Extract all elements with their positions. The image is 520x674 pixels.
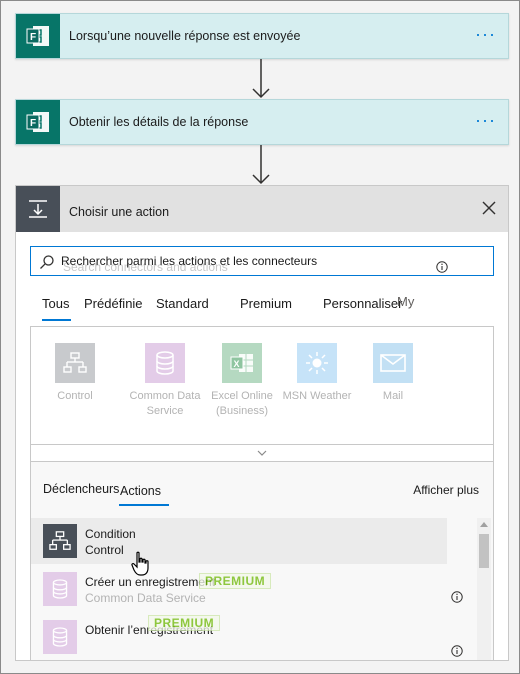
database-icon: [43, 620, 77, 654]
connector-label: Mail: [382, 390, 404, 402]
sun-icon: [297, 343, 337, 383]
more-options-icon[interactable]: ···: [475, 111, 496, 129]
info-icon[interactable]: [436, 261, 448, 273]
tab-custom[interactable]: Personnaliser: [323, 296, 403, 311]
premium-badge: PREMIUM: [148, 615, 221, 631]
trigger-card[interactable]: F Lorsqu’une nouvelle réponse est envoyé…: [15, 13, 509, 59]
control-icon: [43, 524, 77, 558]
result-title: Condition: [85, 527, 136, 541]
connector-mail[interactable]: Mail: [353, 343, 433, 404]
control-icon: [55, 343, 95, 383]
svg-text:F: F: [30, 32, 36, 43]
category-tabs: Tous Prédéfinie Standard Premium Personn…: [42, 296, 502, 324]
excel-icon: X: [222, 343, 262, 383]
premium-badge: PREMIUM: [199, 573, 272, 589]
tab-built-in[interactable]: Prédéfinie: [84, 296, 143, 311]
connector-common-data-service[interactable]: Common Data Service: [125, 343, 205, 419]
result-subtitle: Control: [85, 543, 124, 557]
chevron-down-icon: [257, 450, 267, 456]
result-condition[interactable]: Condition Control: [31, 518, 447, 564]
close-icon[interactable]: [480, 199, 498, 217]
result-subtitle: Common Data Service: [85, 591, 206, 605]
result-title: Créer un enregistrement: [85, 575, 216, 589]
connector-label: Common Data Service: [129, 390, 201, 417]
info-icon[interactable]: [451, 645, 463, 657]
connector-control[interactable]: Control: [35, 343, 115, 404]
scroll-up-icon[interactable]: [480, 522, 488, 527]
search-input[interactable]: [61, 252, 481, 270]
search-icon: [40, 255, 54, 269]
action-panel-header: Choisir une action: [16, 186, 508, 232]
tab-standard[interactable]: Standard: [156, 296, 209, 311]
connector-label: MSN Weather: [282, 390, 352, 402]
trigger-title: Lorsqu’une nouvelle réponse est envoyée: [69, 29, 301, 43]
results-scrollbar[interactable]: [477, 518, 491, 660]
arrow-down-icon: [252, 59, 270, 99]
more-options-icon[interactable]: ···: [475, 25, 496, 43]
forms-icon: F: [16, 100, 60, 144]
action-panel-title: Choisir une action: [69, 205, 170, 219]
choose-action-panel: Choisir une action Search connectors and…: [15, 185, 509, 661]
results-section: Déclencheurs Actions Afficher plus Condi…: [30, 261, 494, 660]
search-box[interactable]: Search connectors and actions: [30, 246, 494, 276]
scrollbar-thumb[interactable]: [479, 534, 489, 568]
tab-triggers[interactable]: Déclencheurs: [43, 482, 119, 496]
action-step-icon: [16, 186, 60, 232]
get-response-details-card[interactable]: F Obtenir les détails de la réponse ···: [15, 99, 509, 145]
svg-text:X: X: [234, 359, 240, 369]
tab-premium[interactable]: Premium: [240, 296, 292, 311]
tab-selected-indicator: [42, 319, 71, 321]
connector-excel-online[interactable]: X Excel Online (Business): [202, 343, 282, 419]
subtab-selected-indicator: [119, 504, 169, 506]
database-icon: [145, 343, 185, 383]
svg-text:F: F: [30, 118, 36, 129]
connectors-grid: Control Common Data Service X Excel Onli…: [30, 326, 494, 460]
designer-canvas: F Lorsqu’une nouvelle réponse est envoyé…: [0, 0, 520, 674]
hand-cursor-icon: [131, 551, 149, 576]
tab-actions[interactable]: Actions: [120, 484, 161, 498]
connector-msn-weather[interactable]: MSN Weather: [277, 343, 357, 404]
info-icon[interactable]: [451, 591, 463, 603]
database-icon: [43, 572, 77, 606]
arrow-down-icon: [252, 145, 270, 185]
mail-icon: [373, 343, 413, 383]
connector-label: Excel Online (Business): [211, 390, 273, 417]
result-create-record[interactable]: Créer un enregistrement PREMIUM Common D…: [31, 566, 447, 612]
tab-my-overlay: My: [397, 294, 415, 309]
step-title: Obtenir les détails de la réponse: [69, 115, 249, 129]
connector-label: Control: [57, 390, 93, 402]
show-more-link[interactable]: Afficher plus: [413, 483, 479, 497]
forms-icon: F: [16, 14, 60, 58]
result-get-record[interactable]: Obtenir l’enregistrement PREMIUM: [31, 614, 447, 660]
expand-connectors-bar[interactable]: [30, 444, 494, 462]
tab-all[interactable]: Tous: [42, 296, 69, 311]
